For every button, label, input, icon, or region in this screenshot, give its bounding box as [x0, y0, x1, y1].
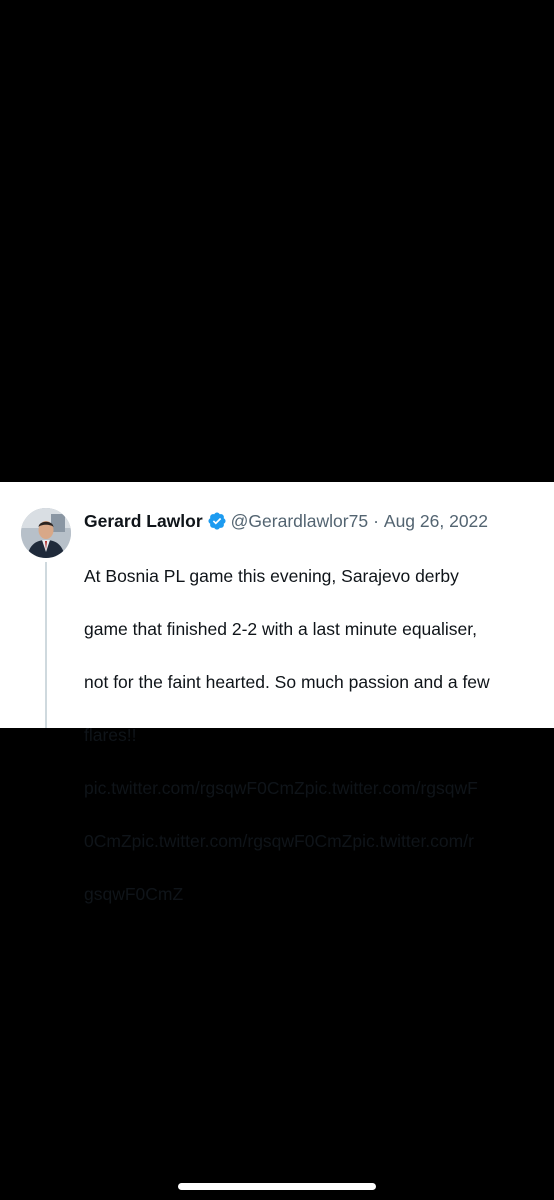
home-indicator[interactable] [178, 1183, 376, 1190]
author-handle[interactable]: @Gerardlawlor75 [231, 508, 368, 534]
author-name[interactable]: Gerard Lawlor [84, 508, 203, 534]
thread-line [45, 562, 47, 728]
verified-badge-icon [207, 511, 227, 531]
tweet-link-line[interactable]: 0CmZpic.twitter.com/rgsqwF0CmZpic.twitte… [84, 828, 544, 855]
separator-dot: · [373, 511, 379, 531]
tweet-text-line: flares!! [84, 724, 137, 745]
tweet-header: Gerard Lawlor @Gerardlawlor75 · Aug 26, … [84, 508, 544, 534]
tweet-link-line[interactable]: gsqwF0CmZ [84, 881, 544, 908]
avatar[interactable] [21, 508, 71, 558]
avatar-image [21, 508, 71, 558]
tweet-text-line: At Bosnia PL game this evening, Sarajevo… [84, 565, 459, 586]
tweet-date[interactable]: Aug 26, 2022 [384, 508, 488, 534]
tweet-link-line[interactable]: pic.twitter.com/rgsqwF0CmZpic.twitter.co… [84, 775, 544, 802]
tweet-card[interactable]: Gerard Lawlor @Gerardlawlor75 · Aug 26, … [0, 482, 554, 904]
tweet-text-line: not for the faint hearted. So much passi… [84, 671, 490, 692]
tweet-body: Gerard Lawlor @Gerardlawlor75 · Aug 26, … [84, 508, 544, 934]
tweet-text: At Bosnia PL game this evening, Sarajevo… [84, 536, 544, 934]
tweet-text-line: game that finished 2-2 with a last minut… [84, 618, 477, 639]
screenshot-screen: Gerard Lawlor @Gerardlawlor75 · Aug 26, … [0, 0, 554, 1200]
